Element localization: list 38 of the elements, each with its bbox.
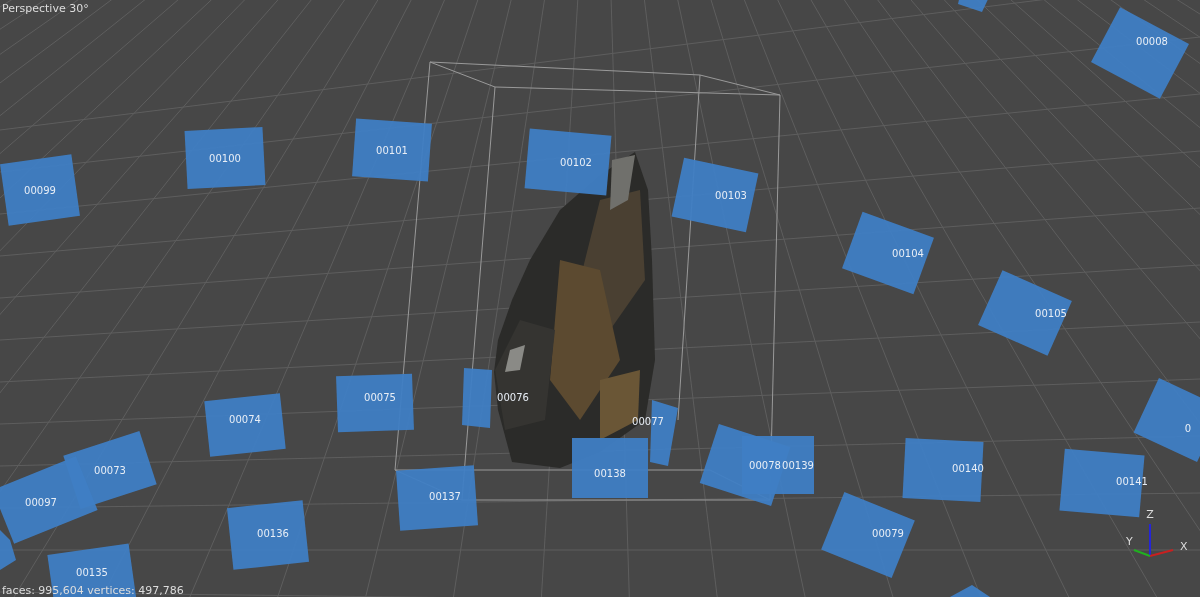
camera-label: 00097 [25,497,57,508]
camera-label: 00104 [892,248,924,259]
camera-label: 00135 [76,567,108,578]
camera-label: 00139 [782,460,814,471]
camera-label: 00140 [952,463,984,474]
camera-label: 00102 [560,157,592,168]
camera-label: 00099 [24,185,56,196]
x-axis-label: X [1180,540,1188,553]
camera-plane[interactable] [902,438,984,502]
camera-label: 00078 [749,460,781,471]
camera-plane[interactable] [184,127,266,189]
projection-label: Perspective 30° [2,2,89,15]
camera-plane[interactable] [352,118,432,182]
camera-plane[interactable] [396,465,478,531]
camera-label: 00008 [1136,36,1168,47]
camera-label: 00138 [594,468,626,479]
y-axis-label: Y [1126,535,1133,548]
y-axis [1133,549,1151,557]
camera-label: 00137 [429,491,461,502]
camera-plane[interactable] [742,436,814,494]
camera-plane[interactable] [204,393,286,457]
camera-label: 0 [1184,423,1192,434]
camera-label: 00136 [257,528,289,539]
z-axis [1149,523,1151,557]
camera-label: 00076 [497,392,529,403]
camera-label: 00101 [376,145,408,156]
camera-plane[interactable] [524,128,612,196]
camera-label: 00105 [1035,308,1067,319]
camera-label: 00074 [229,414,261,425]
camera-plane[interactable] [226,500,310,570]
camera-label: 00079 [872,528,904,539]
camera-label: 00100 [209,153,241,164]
camera-label: 00075 [364,392,396,403]
camera-label: 00073 [94,465,126,476]
x-axis [1149,549,1174,557]
z-axis-label: Z [1146,508,1154,521]
camera-plane[interactable] [336,373,414,433]
camera-label: 00103 [715,190,747,201]
